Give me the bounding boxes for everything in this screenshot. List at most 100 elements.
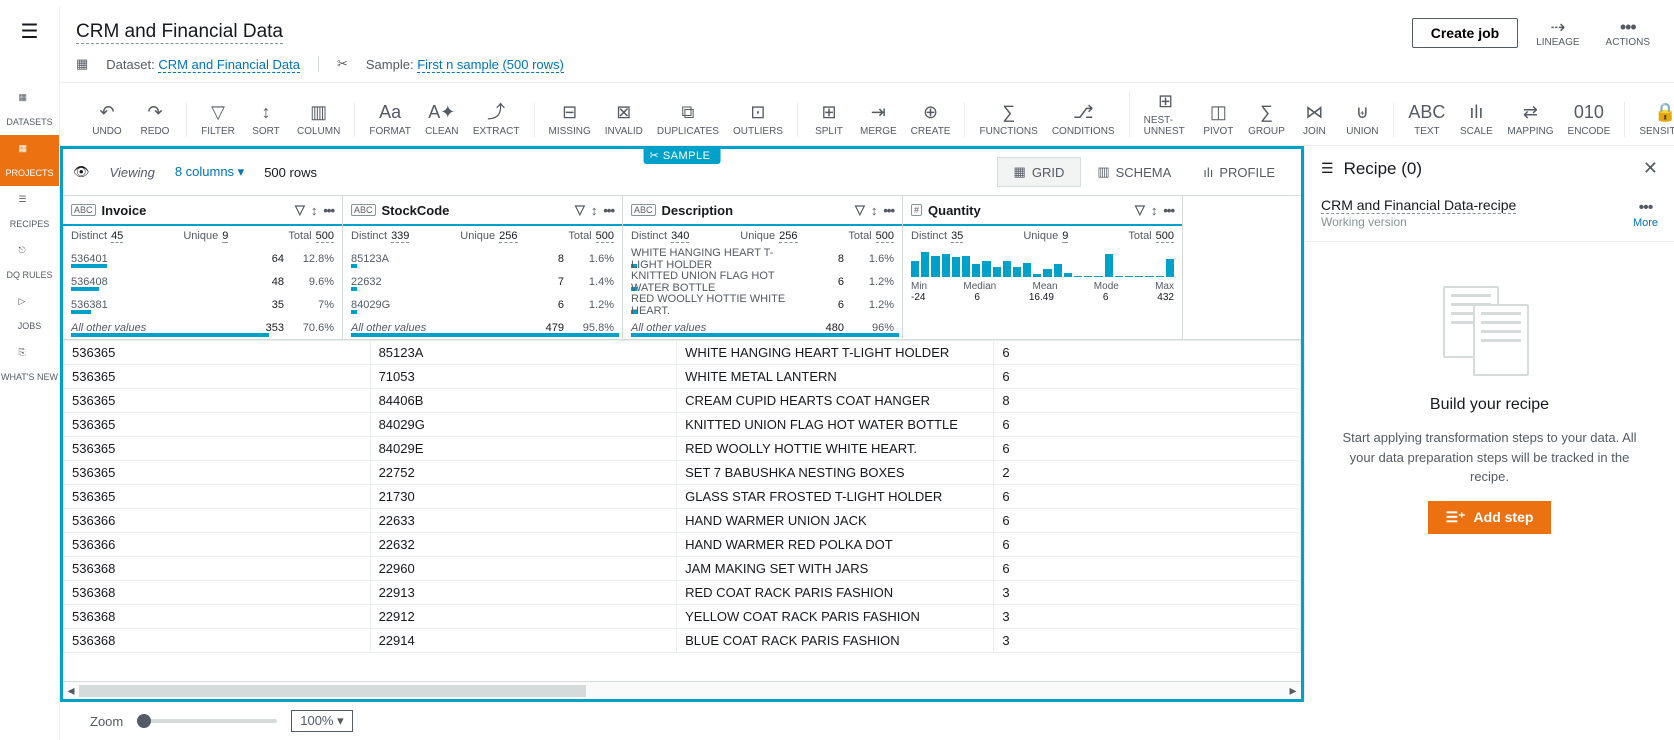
sort-icon[interactable]: ↕: [1151, 203, 1158, 218]
functions-button[interactable]: ∑FUNCTIONS: [979, 102, 1037, 137]
cell[interactable]: HAND WARMER UNION JACK: [677, 509, 994, 533]
missing-button[interactable]: ⊟MISSING: [549, 102, 591, 137]
cell[interactable]: WHITE METAL LANTERN: [677, 365, 994, 389]
undo-button[interactable]: ↶UNDO: [90, 102, 124, 137]
dist-item[interactable]: 2263271.4%: [343, 270, 622, 293]
cell[interactable]: 536368: [64, 629, 371, 653]
cell[interactable]: 22752: [370, 461, 677, 485]
cell[interactable]: GLASS STAR FROSTED T-LIGHT HOLDER: [677, 485, 994, 509]
recipe-more-button[interactable]: ••• More: [1633, 199, 1658, 229]
data-grid[interactable]: 53636585123AWHITE HANGING HEART T-LIGHT …: [63, 340, 1301, 681]
cell[interactable]: WHITE HANGING HEART T-LIGHT HOLDER: [677, 341, 994, 365]
more-icon[interactable]: •••: [603, 203, 614, 218]
sort-icon[interactable]: ↕: [871, 203, 878, 218]
union-button[interactable]: ⊎UNION: [1345, 102, 1379, 137]
cell[interactable]: 6: [994, 509, 1301, 533]
scroll-right-icon[interactable]: ▸: [1285, 682, 1301, 699]
more-icon[interactable]: •••: [883, 203, 894, 218]
sort-button[interactable]: ↕SORT: [249, 102, 283, 137]
more-icon[interactable]: •••: [1163, 203, 1174, 218]
close-icon[interactable]: ✕: [1643, 158, 1658, 179]
pivot-button[interactable]: ◫PIVOT: [1201, 102, 1235, 137]
cell[interactable]: 22632: [370, 533, 677, 557]
duplicates-button[interactable]: ⧉DUPLICATES: [657, 102, 719, 137]
tab-grid[interactable]: ▦GRID: [997, 157, 1082, 187]
cell[interactable]: 2: [994, 461, 1301, 485]
sort-icon[interactable]: ↕: [591, 203, 598, 218]
cell[interactable]: 536365: [64, 485, 371, 509]
actions-button[interactable]: ••• ACTIONS: [1598, 17, 1658, 48]
cell[interactable]: 536365: [64, 365, 371, 389]
cell[interactable]: 3: [994, 605, 1301, 629]
cell[interactable]: HAND WARMER RED POLKA DOT: [677, 533, 994, 557]
scroll-left-icon[interactable]: ◂: [63, 682, 79, 699]
scroll-thumb[interactable]: [79, 685, 586, 697]
cell[interactable]: 22633: [370, 509, 677, 533]
nav-dqrules[interactable]: ⎋ DQ RULES: [0, 237, 59, 288]
cell[interactable]: 6: [994, 413, 1301, 437]
menu-icon[interactable]: ☰: [21, 19, 39, 44]
create-job-button[interactable]: Create job: [1412, 18, 1518, 48]
cell[interactable]: RED COAT RACK PARIS FASHION: [677, 581, 994, 605]
cell[interactable]: 3: [994, 629, 1301, 653]
cell[interactable]: 84029G: [370, 413, 677, 437]
cell[interactable]: KNITTED UNION FLAG HOT WATER BOTTLE: [677, 413, 994, 437]
join-button[interactable]: ⋈JOIN: [1297, 102, 1331, 137]
text-button[interactable]: ABCTEXT: [1408, 102, 1445, 137]
tab-schema[interactable]: ▥SCHEMA: [1081, 157, 1187, 187]
cell[interactable]: 71053: [370, 365, 677, 389]
nav-jobs[interactable]: ▷ JOBS: [0, 288, 59, 339]
redo-button[interactable]: ↷REDO: [138, 102, 172, 137]
dist-item[interactable]: 5364016412.8%: [63, 247, 342, 270]
table-row[interactable]: 53636822912YELLOW COAT RACK PARIS FASHIO…: [64, 605, 1301, 629]
more-icon[interactable]: •••: [323, 203, 334, 218]
cell[interactable]: 6: [994, 341, 1301, 365]
cell[interactable]: 6: [994, 365, 1301, 389]
cell[interactable]: 536365: [64, 389, 371, 413]
cell[interactable]: JAM MAKING SET WITH JARS: [677, 557, 994, 581]
h-scrollbar[interactable]: ◂ ▸: [63, 681, 1301, 699]
create-button[interactable]: ⊕CREATE: [911, 102, 951, 137]
cell[interactable]: 22960: [370, 557, 677, 581]
tab-profile[interactable]: ılıPROFILE: [1187, 157, 1291, 187]
nav-whatsnew[interactable]: ⎘ WHAT'S NEW: [0, 339, 59, 390]
zoom-slider[interactable]: [137, 719, 277, 723]
filter-icon[interactable]: ▽: [575, 202, 585, 218]
cell[interactable]: 536365: [64, 413, 371, 437]
cell[interactable]: 22912: [370, 605, 677, 629]
sample-link[interactable]: First n sample (500 rows): [417, 57, 564, 73]
cell[interactable]: 536365: [64, 341, 371, 365]
cell[interactable]: RED WOOLLY HOTTIE WHITE HEART.: [677, 437, 994, 461]
cell[interactable]: CREAM CUPID HEARTS COAT HANGER: [677, 389, 994, 413]
conditions-button[interactable]: ⎇CONDITIONS: [1052, 102, 1115, 137]
cell[interactable]: 536365: [64, 461, 371, 485]
table-row[interactable]: 53636584406BCREAM CUPID HEARTS COAT HANG…: [64, 389, 1301, 413]
scale-button[interactable]: ılıSCALE: [1459, 102, 1493, 137]
table-row[interactable]: 53636822913RED COAT RACK PARIS FASHION3: [64, 581, 1301, 605]
cell[interactable]: BLUE COAT RACK PARIS FASHION: [677, 629, 994, 653]
split-button[interactable]: ⊞SPLIT: [812, 102, 846, 137]
cell[interactable]: 536368: [64, 557, 371, 581]
invalid-button[interactable]: ⊠INVALID: [605, 102, 643, 137]
cell[interactable]: 3: [994, 581, 1301, 605]
cell[interactable]: 84406B: [370, 389, 677, 413]
cell[interactable]: YELLOW COAT RACK PARIS FASHION: [677, 605, 994, 629]
clean-button[interactable]: A✦CLEAN: [425, 102, 459, 137]
group-button[interactable]: ∑GROUP: [1249, 102, 1283, 137]
column-button[interactable]: ▥COLUMN: [297, 102, 340, 137]
cell[interactable]: 6: [994, 437, 1301, 461]
table-row[interactable]: 53636521730GLASS STAR FROSTED T-LIGHT HO…: [64, 485, 1301, 509]
table-row[interactable]: 53636584029ERED WOOLLY HOTTIE WHITE HEAR…: [64, 437, 1301, 461]
columns-selector[interactable]: 8 columns ▾: [175, 164, 244, 180]
lineage-button[interactable]: ⇢ LINEAGE: [1528, 17, 1587, 48]
sort-icon[interactable]: ↕: [311, 203, 318, 218]
filter-icon[interactable]: ▽: [855, 202, 865, 218]
sensitive-button[interactable]: 🔒SENSITIVE: [1639, 102, 1674, 137]
cell[interactable]: 6: [994, 533, 1301, 557]
dist-item[interactable]: RED WOOLLY HOTTIE WHITE HEART.61.2%: [623, 293, 902, 316]
nav-datasets[interactable]: ▦ DATASETS: [0, 84, 59, 135]
cell[interactable]: 84029E: [370, 437, 677, 461]
cell[interactable]: SET 7 BABUSHKA NESTING BOXES: [677, 461, 994, 485]
table-row[interactable]: 53636822960JAM MAKING SET WITH JARS6: [64, 557, 1301, 581]
nav-recipes[interactable]: ☰ RECIPES: [0, 186, 59, 237]
